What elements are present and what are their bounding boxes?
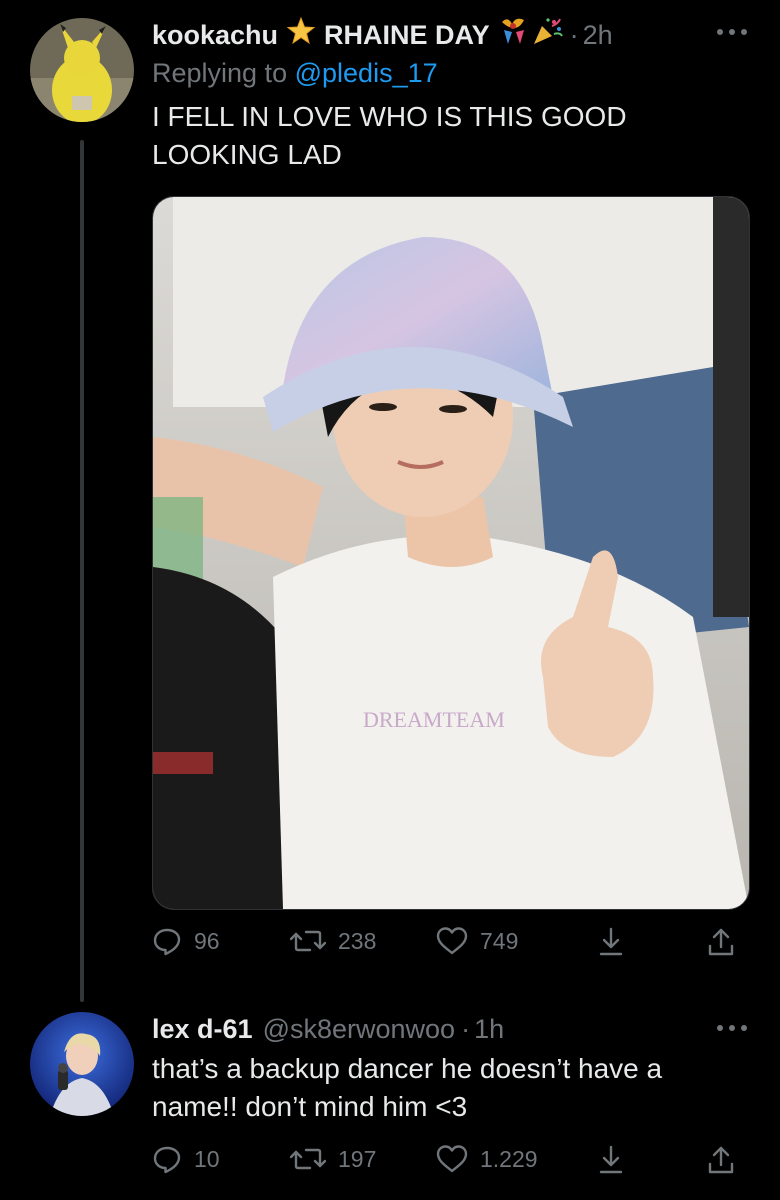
more-icon[interactable] (714, 22, 750, 42)
replying-to: Replying to @pledis_17 (152, 56, 750, 90)
display-name-suffix[interactable]: RHAINE DAY (324, 18, 490, 52)
reply-count: 10 (194, 1145, 220, 1172)
share-icon (708, 928, 734, 956)
save-button[interactable] (596, 926, 626, 958)
more-icon[interactable] (714, 1018, 750, 1038)
share-icon (708, 1146, 734, 1174)
retweet-button[interactable]: 197 (290, 1144, 376, 1174)
like-button[interactable]: 749 (436, 926, 518, 956)
thread-line (80, 140, 84, 1002)
like-button[interactable]: 1.229 (436, 1144, 538, 1174)
retweet-icon (290, 930, 326, 952)
separator-dot: · (569, 20, 579, 50)
retweet-count: 197 (338, 1145, 377, 1172)
replying-to-label: Replying to (152, 58, 288, 88)
heart-icon (436, 927, 468, 955)
tweet-header: lex d-61 @sk8erwonwoo · 1h (152, 1012, 750, 1046)
separator-dot: · (461, 1014, 471, 1044)
shirt-print-text: DREAMTEAM (363, 707, 505, 732)
party-popper-emoji-icon (532, 16, 564, 54)
star-emoji-icon (286, 16, 316, 54)
share-button[interactable] (706, 926, 736, 958)
tweet-photo[interactable]: DREAMTEAM (152, 196, 750, 910)
avatar[interactable] (30, 18, 134, 122)
like-count: 749 (480, 927, 519, 954)
reply-button[interactable]: 10 (152, 1144, 220, 1174)
reply-button[interactable]: 96 (152, 926, 220, 956)
retweet-count: 238 (338, 927, 377, 954)
reply-icon (153, 1146, 181, 1174)
retweet-button[interactable]: 238 (290, 926, 376, 956)
tweet-text: I FELL IN LOVE WHO IS THIS GOOD LOOKING … (152, 101, 627, 170)
retweet-icon (290, 1148, 326, 1170)
ribbon-emoji-icon (498, 16, 530, 54)
handle[interactable]: @sk8erwonwoo (263, 1012, 456, 1046)
timestamp[interactable]: 2h (583, 18, 613, 52)
share-button[interactable] (706, 1144, 736, 1176)
replying-to-handle[interactable]: @pledis_17 (295, 58, 438, 88)
like-count: 1.229 (480, 1145, 538, 1172)
tweet-header: kookachu RHAINE DAY · 2h (152, 16, 750, 54)
tweet-text: that’s a backup dancer he doesn’t have a… (152, 1053, 663, 1122)
display-name[interactable]: kookachu (152, 18, 278, 52)
display-name[interactable]: lex d-61 (152, 1012, 253, 1046)
save-button[interactable] (596, 1144, 626, 1176)
timestamp[interactable]: 1h (474, 1012, 504, 1046)
reply-count: 96 (194, 927, 220, 954)
heart-icon (436, 1145, 468, 1173)
tweet-lex[interactable]: lex d-61 @sk8erwonwoo · 1h that’s a back… (0, 1000, 780, 1200)
avatar[interactable] (30, 1012, 134, 1116)
bookmark-download-icon (599, 1145, 623, 1174)
bookmark-download-icon (599, 927, 623, 956)
reply-icon (153, 928, 181, 956)
tweet-kookachu[interactable]: kookachu RHAINE DAY · 2h Replying to @pl… (0, 0, 780, 1002)
